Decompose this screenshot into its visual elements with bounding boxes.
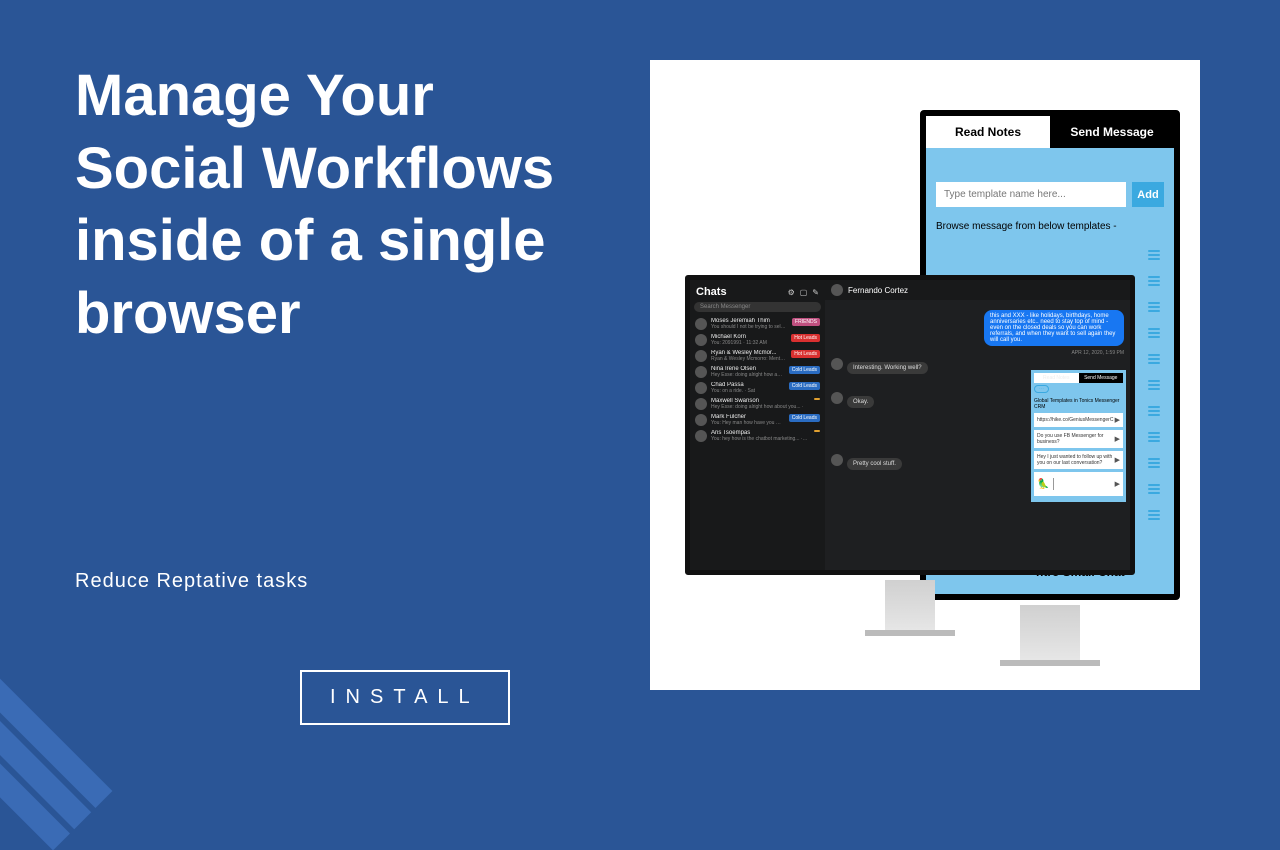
list-icon[interactable]: [1148, 510, 1160, 520]
play-icon[interactable]: ▶: [1115, 416, 1120, 424]
chat-item-preview: You: Hey man how have you been? · Fri: [711, 420, 783, 426]
chat-item-tag: [814, 430, 820, 432]
browse-label: Browse message from below templates -: [936, 221, 1164, 232]
chat-list-item[interactable]: Nina Irene Olsen Hey Esse: doing alright…: [694, 364, 821, 380]
monitor-stand: [885, 580, 935, 635]
timestamp: APR 12, 2020, 1:59 PM: [831, 350, 1124, 356]
chat-list-item[interactable]: Moses Jeremiah Thim You should I not be …: [694, 316, 821, 332]
template-card[interactable]: Hey I just wanted to follow up with you …: [1034, 451, 1123, 469]
chat-item-preview: You: hey how is the chatbot marketing...…: [711, 436, 808, 442]
chat-list-item[interactable]: Aris Tsoempas You: hey how is the chatbo…: [694, 428, 821, 444]
list-icon[interactable]: [1148, 328, 1160, 338]
decorative-stripes: [0, 650, 112, 850]
monitor-stand: [1020, 605, 1080, 665]
avatar: [695, 366, 707, 378]
message-bubble: Interesting. Working well?: [847, 362, 928, 374]
avatar: [695, 382, 707, 394]
play-icon[interactable]: ▶: [1115, 435, 1120, 443]
messenger-app: Chats ⚙ ▢ ✎ Search Messenger Moses Jerem…: [685, 275, 1135, 575]
list-icon[interactable]: [1148, 276, 1160, 286]
chat-item-tag: Cold Leads: [789, 414, 820, 422]
list-icon[interactable]: [1148, 484, 1160, 494]
search-input[interactable]: Search Messenger: [694, 302, 821, 312]
chat-item-tag: Cold Leads: [789, 382, 820, 390]
hero-title: Manage Your Social Workflows inside of a…: [75, 60, 575, 350]
avatar: [695, 334, 707, 346]
monitor-base: [1000, 660, 1100, 666]
template-name-input[interactable]: Type template name here...: [936, 182, 1126, 207]
avatar: [831, 454, 843, 466]
gear-icon[interactable]: ⚙: [788, 288, 795, 297]
tab-send-message[interactable]: Send Message: [1050, 116, 1174, 148]
chat-item-tag: Hot Leads: [791, 334, 820, 342]
list-icon[interactable]: [1148, 302, 1160, 312]
chat-main: Fernando Cortez this and XXX - like holi…: [825, 280, 1130, 570]
list-icon[interactable]: [1148, 432, 1160, 442]
list-icon[interactable]: [1148, 354, 1160, 364]
chat-item-tag: Hot Leads: [791, 350, 820, 358]
template-card[interactable]: Do you use FB Messenger for business?▶: [1034, 430, 1123, 448]
template-card[interactable]: 🦜 ▶: [1034, 472, 1123, 496]
avatar: [695, 350, 707, 362]
chat-list-item[interactable]: Chad Passa You: on a ride. · Sat Cold Le…: [694, 380, 821, 396]
chat-list-item[interactable]: Ryan & Wesley Mcmor... Ryan & Wesley Mcm…: [694, 348, 821, 364]
avatar: [695, 318, 707, 330]
chat-item-tag: FRIENDS: [792, 318, 820, 326]
chat-item-preview: You: on a ride. · Sat: [711, 388, 783, 394]
chat-sidebar: Chats ⚙ ▢ ✎ Search Messenger Moses Jerem…: [690, 280, 825, 570]
list-icon[interactable]: [1148, 380, 1160, 390]
template-card[interactable]: https://hike.co/GeniusMessengerC▶: [1034, 413, 1123, 427]
compose-icon[interactable]: ✎: [812, 288, 819, 297]
list-icon[interactable]: [1148, 406, 1160, 416]
install-button[interactable]: INSTALL: [300, 670, 510, 725]
chat-item-preview: You should I not be trying to sell... · …: [711, 324, 786, 330]
monitor-base: [865, 630, 955, 636]
avatar: [695, 430, 707, 442]
tab-read-notes[interactable]: Read Notes: [926, 116, 1050, 148]
chat-item-tag: Cold Leads: [789, 366, 820, 374]
list-icon[interactable]: [1148, 250, 1160, 260]
overlay-pill[interactable]: ⋯: [1034, 385, 1049, 393]
chat-item-preview: Hey Esse: doing alright how about you...: [711, 372, 783, 378]
message-bubble: Okay.: [847, 396, 874, 408]
list-icon[interactable]: [1148, 458, 1160, 468]
overlay-tab-send[interactable]: Send Message: [1079, 373, 1124, 383]
extension-overlay: Read Notes Send Message ⋯ Global Templat…: [1031, 370, 1126, 502]
chat-item-tag: [814, 398, 820, 400]
chat-item-preview: You: 2091991 · 11:32 AM: [711, 340, 785, 346]
message-bubble: Pretty cool stuff.: [847, 458, 902, 470]
chat-item-preview: Hey Esse: doing alright how about you...…: [711, 404, 808, 410]
chat-list-item[interactable]: Michael Korn You: 2091991 · 11:32 AM Hot…: [694, 332, 821, 348]
add-button[interactable]: Add: [1132, 182, 1164, 207]
chat-list-item[interactable]: Maxwell Swanson Hey Esse: doing alright …: [694, 396, 821, 412]
video-icon[interactable]: ▢: [800, 288, 808, 297]
chats-heading: Chats: [696, 286, 727, 298]
chat-item-preview: Ryan & Wesley Mcmorro: Mentioned ... · S…: [711, 356, 785, 362]
avatar: [695, 398, 707, 410]
overlay-tab-read[interactable]: Read Notes: [1034, 373, 1079, 383]
play-icon[interactable]: ▶: [1115, 456, 1120, 464]
chat-list-item[interactable]: Mark Fulcher You: Hey man how have you b…: [694, 412, 821, 428]
avatar: [831, 284, 843, 296]
overlay-global-label: Global Templates in Tonics Messenger CRM: [1034, 398, 1123, 410]
play-icon[interactable]: ▶: [1115, 480, 1120, 488]
avatar: [831, 392, 843, 404]
message-bubble: this and XXX - like holidays, birthdays,…: [984, 310, 1124, 346]
avatar: [695, 414, 707, 426]
avatar: [831, 358, 843, 370]
showcase-card: Read Notes Send Message Type template na…: [650, 60, 1200, 690]
hero-subtitle: Reduce Reptative tasks: [75, 570, 308, 593]
conversation-name: Fernando Cortez: [848, 286, 908, 295]
